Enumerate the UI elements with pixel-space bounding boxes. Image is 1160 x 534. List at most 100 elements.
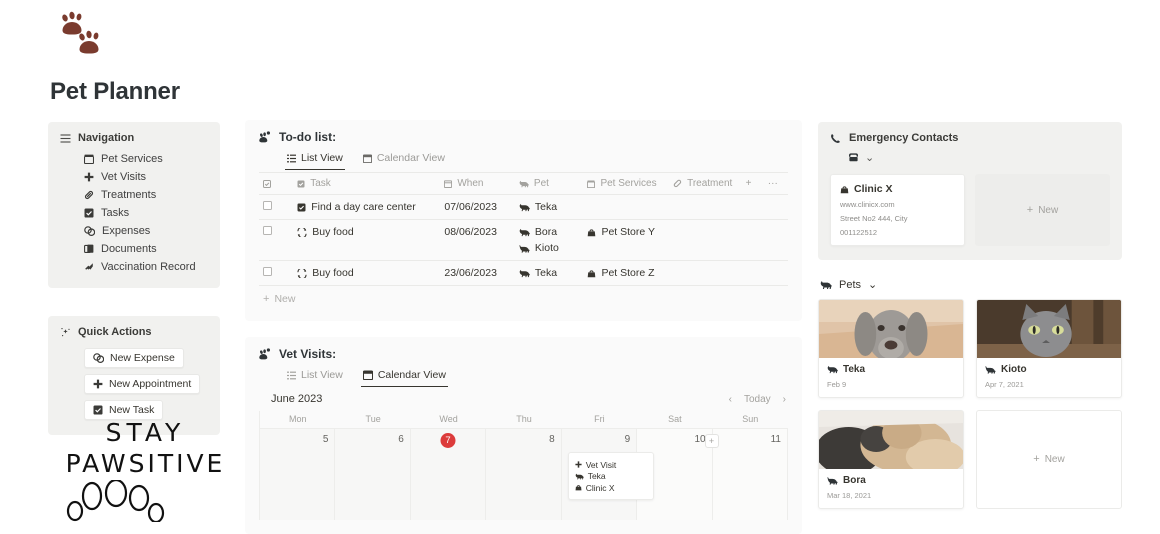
calendar-add-event-button[interactable]: + <box>705 434 719 448</box>
calendar-icon <box>444 180 452 188</box>
calendar-day-number: 10 <box>643 434 705 445</box>
pet-card-teka[interactable]: Teka Feb 9 <box>818 299 964 398</box>
row-pet-cell[interactable]: Teka <box>515 261 584 286</box>
row-spacer-cell <box>742 220 764 261</box>
row-checkbox[interactable] <box>263 267 272 276</box>
calendar-next-button[interactable]: › <box>783 394 786 405</box>
column-pet[interactable]: Pet <box>515 173 584 195</box>
row-treatment-cell[interactable] <box>669 195 742 220</box>
row-task-cell[interactable]: Buy food <box>293 261 440 286</box>
column-treatment[interactable]: Treatment <box>669 173 742 195</box>
calendar-day-cell-today[interactable]: 7 <box>411 428 486 520</box>
quick-actions-label: Quick Actions <box>78 326 152 338</box>
row-checkbox[interactable] <box>263 226 272 235</box>
row-pet-cell[interactable]: Bora Kioto <box>515 220 584 261</box>
row-task-cell[interactable]: Find a day care center <box>293 195 440 220</box>
row-when-cell[interactable]: 23/06/2023 <box>440 261 515 286</box>
column-label: Pet <box>534 178 549 189</box>
todo-new-row-button[interactable]: + New <box>259 286 788 307</box>
row-task-cell[interactable]: Buy food <box>293 220 440 261</box>
paw-badge-icon <box>259 348 271 360</box>
table-row[interactable]: Buy food 08/06/2023 Bora <box>259 220 788 261</box>
tab-label: List View <box>301 369 343 381</box>
sidebar-item-documents[interactable]: Documents <box>58 240 210 258</box>
row-checkbox-cell[interactable] <box>259 195 293 220</box>
calendar-event-title-row: Vet Visit <box>575 460 647 470</box>
pet-name-row: Kioto <box>985 364 1113 375</box>
sidebar-item-vaccination-record[interactable]: Vaccination Record <box>58 258 210 276</box>
contact-website: www.clinicx.com <box>840 200 955 209</box>
tab-calendar-view[interactable]: Calendar View <box>361 365 448 387</box>
calendar-day-cell[interactable]: + 11 <box>713 428 788 520</box>
dog-icon <box>519 228 530 237</box>
row-when-cell[interactable]: 07/06/2023 <box>440 195 515 220</box>
row-checkbox-cell[interactable] <box>259 261 293 286</box>
vet-visits-card: Vet Visits: List View Calendar View <box>245 337 802 534</box>
row-pet-cell[interactable]: Teka <box>515 195 584 220</box>
table-row[interactable]: Buy food 23/06/2023 Teka <box>259 261 788 286</box>
calendar-today-button[interactable]: Today <box>744 394 771 405</box>
calendar-event-clinic: Clinic X <box>586 483 615 493</box>
calendar-day-cell-with-event[interactable]: 9 Vet Visit Teka <box>562 428 637 520</box>
new-pet-button[interactable]: + New <box>976 410 1122 509</box>
row-service-cell[interactable]: Pet Store Y <box>583 220 669 261</box>
quick-actions-list: New Expense New Appointment New Task <box>58 345 210 423</box>
sidebar-item-pet-services[interactable]: Pet Services <box>58 150 210 168</box>
column-when[interactable]: When <box>440 173 515 195</box>
calendar-dayname-sat: Sat <box>637 411 712 428</box>
calendar-prev-button[interactable]: ‹ <box>729 394 732 405</box>
chevron-down-icon[interactable]: ⌄ <box>868 278 877 291</box>
row-service-label: Pet Store Z <box>601 267 654 279</box>
app-root: Pet Planner Navigation Pet Services <box>0 0 1160 506</box>
row-treatment-cell[interactable] <box>669 220 742 261</box>
calendar-event-card[interactable]: Vet Visit Teka Clinic X <box>568 452 654 500</box>
row-service-cell[interactable]: Pet Store Z <box>583 261 669 286</box>
medical-cross-icon <box>93 379 103 389</box>
todo-table: Task When <box>259 172 788 286</box>
tab-calendar-view[interactable]: Calendar View <box>361 148 447 170</box>
cats-sleeping-photo <box>819 411 963 469</box>
row-when-cell[interactable]: 08/06/2023 <box>440 220 515 261</box>
todo-table-header-row: Task When <box>259 173 788 195</box>
coins-icon <box>84 226 95 236</box>
tab-list-view[interactable]: List View <box>285 148 345 170</box>
contact-address: Street No2 444, City <box>840 214 955 223</box>
sidebar-item-tasks[interactable]: Tasks <box>58 204 210 222</box>
calendar-day-cell[interactable]: 8 <box>486 428 561 520</box>
calendar-day-cell[interactable]: 5 <box>260 428 335 520</box>
pet-meta: Kioto Apr 7, 2021 <box>977 358 1121 397</box>
row-checkbox[interactable] <box>263 201 272 210</box>
pets-section-header[interactable]: Pets ⌄ <box>820 278 1122 291</box>
pet-card-bora[interactable]: Bora Mar 18, 2021 <box>818 410 964 509</box>
calendar-day-cell[interactable]: 6 <box>335 428 410 520</box>
row-service-cell[interactable] <box>583 195 669 220</box>
sparkle-icon <box>60 327 71 338</box>
pet-card-kioto[interactable]: Kioto Apr 7, 2021 <box>976 299 1122 398</box>
new-task-button[interactable]: New Task <box>84 400 163 420</box>
column-pet-services[interactable]: Pet Services <box>583 173 669 195</box>
sidebar-item-vet-visits[interactable]: Vet Visits <box>58 168 210 186</box>
row-treatment-cell[interactable] <box>669 261 742 286</box>
table-row[interactable]: Find a day care center 07/06/2023 Teka <box>259 195 788 220</box>
column-options-button[interactable]: ··· <box>764 173 788 195</box>
sidebar-item-treatments[interactable]: Treatments <box>58 186 210 204</box>
new-contact-button[interactable]: + New <box>975 174 1110 246</box>
row-checkbox-cell[interactable] <box>259 220 293 261</box>
contact-card-clinic-x[interactable]: Clinic X www.clinicx.com Street No2 444,… <box>830 174 965 246</box>
sidebar-item-expenses[interactable]: Expenses <box>58 222 210 240</box>
todo-new-row-label: New <box>274 293 295 305</box>
add-column-button[interactable]: + <box>742 173 764 195</box>
cat-photo <box>977 300 1121 358</box>
emergency-contacts-filter[interactable]: ⌄ <box>830 144 1110 170</box>
column-task[interactable]: Task <box>293 173 440 195</box>
new-appointment-button[interactable]: New Appointment <box>84 374 200 394</box>
dog-icon <box>519 180 529 188</box>
coins-icon <box>93 353 104 363</box>
row-task-label: Buy food <box>312 267 353 279</box>
new-expense-button[interactable]: New Expense <box>84 348 184 368</box>
dog-icon <box>519 269 530 278</box>
column-checkbox[interactable] <box>259 173 293 195</box>
row-pet-label: Teka <box>535 201 557 213</box>
tab-list-view[interactable]: List View <box>285 365 345 387</box>
emergency-contacts-title: Emergency Contacts <box>849 132 958 144</box>
